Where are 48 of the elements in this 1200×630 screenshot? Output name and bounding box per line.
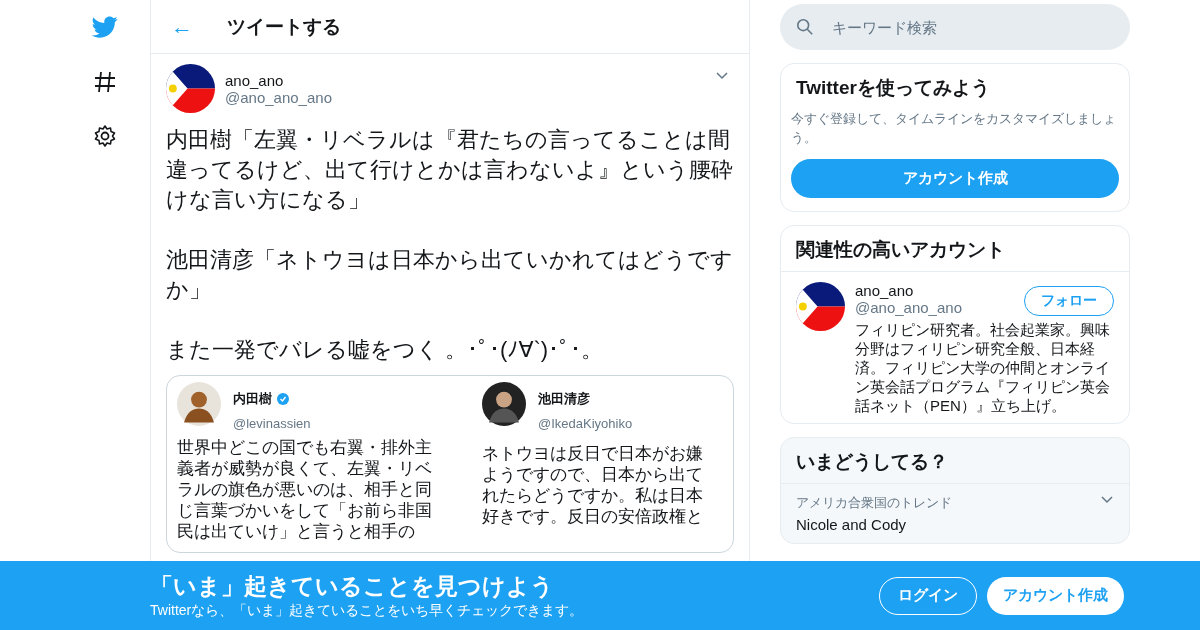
avatar[interactable]	[796, 282, 845, 331]
author-name: 池田清彦	[538, 390, 590, 408]
user-handle[interactable]: @ano_ano_ano	[225, 88, 332, 106]
search-icon	[796, 18, 814, 36]
search-field[interactable]: キーワード検索	[780, 4, 1130, 50]
chevron-down-icon[interactable]	[716, 72, 728, 80]
signup-button[interactable]: アカウント作成	[987, 576, 1124, 615]
trend-context: アメリカ合衆国のトレンド	[796, 494, 952, 512]
quoted-tweet-text: ネトウヨは反日で日本がお嫌	[482, 443, 703, 464]
account-bio: フィリピン研究者。社会起業家。興味分野はフィリピン研究全般、日本経済。フィリピン大学の仲間とオンライン英会話プログラム『フィリピン英会話ネット（PEN）』立ち上げ。	[855, 320, 1111, 415]
signup-button[interactable]: アカウント作成	[791, 159, 1119, 198]
author-handle: @levinassien	[233, 416, 311, 431]
quoted-tweet-text: じ言葉づかいをして「お前ら非国	[177, 500, 432, 521]
quoted-tweet-text: 義者が威勢が良くて、左翼・リベ	[177, 458, 432, 479]
card-title: 関連性の高いアカウント	[781, 226, 1129, 272]
banner-text: Twitterなら、「いま」起きていることをいち早くチェックできます。	[150, 602, 585, 620]
search-input[interactable]: キーワード検索	[830, 17, 1130, 37]
banner-title: 「いま」起きていることを見つけよう	[150, 572, 555, 601]
trend-name[interactable]: Nicole and Cody	[796, 516, 1114, 533]
quoted-tweet-text: ようですので、日本から出て	[482, 464, 703, 485]
author-handle: @IkedaKiyohiko	[538, 416, 633, 431]
tweet-text: 池田清彦「ネトウヨは日本から出ていかれてはどうですか」	[166, 246, 734, 304]
avatar[interactable]	[166, 64, 215, 113]
account-handle[interactable]: @ano_ano_ano	[855, 299, 962, 316]
back-button[interactable]: ←	[171, 13, 193, 40]
tweet-text: 内田樹「左翼・リベラルは『君たちの言ってることは間違ってるけど、出て行けとかは言わないよ』という腰砕けな言い方になる」	[166, 126, 734, 214]
user-name[interactable]: ano_ano	[225, 71, 332, 89]
quoted-tweet-text: れたらどうですか。私は日本	[482, 485, 703, 506]
card-title: Twitterを使ってみよう	[795, 76, 991, 100]
tweet-text: また一発でバレる嘘をつく 。･ﾟ･(ﾉ∀`)･ﾟ･。	[166, 336, 605, 364]
settings-icon[interactable]	[93, 124, 117, 148]
account-name[interactable]: ano_ano	[855, 282, 962, 299]
avatar	[482, 382, 526, 426]
tweet-image[interactable]: 内田樹 @levinassien 世界中どこの国でも右翼・排外主 義者が威勢が良くて、左翼・リベ ラルの旗色が悪いのは、相手と同 じ言葉づかいをして「お前ら非国 民は出ていけ」と言うと相手の 池田清彦 @IkedaKiyohiko ネトウヨは反日で日本がお嫌 ようですので、日本から出て れたらどうですか。私は日本 好きです。反日の安倍政権と	[166, 375, 734, 553]
chevron-down-icon[interactable]	[1101, 496, 1113, 504]
bird-logo-icon[interactable]	[90, 14, 120, 40]
card-title: いまどうしてる？	[781, 438, 1129, 484]
quoted-tweet-text: ラルの旗色が悪いのは、相手と同	[177, 479, 432, 500]
quoted-tweet-text: 好きです。反日の安倍政権と	[482, 506, 703, 527]
follow-button[interactable]: フォロー	[1024, 286, 1114, 316]
author-name: 内田樹	[233, 390, 272, 408]
verified-badge-icon	[277, 393, 289, 405]
quoted-tweet-text: 民は出ていけ」と言うと相手の	[177, 521, 415, 542]
signup-text: 今すぐ登録して、タイムラインをカスタマイズしましょう。	[791, 110, 1117, 147]
avatar	[177, 382, 221, 426]
hashtag-icon[interactable]	[93, 70, 117, 94]
page-title: ツイートする	[227, 14, 341, 39]
quoted-tweet-text: 世界中どこの国でも右翼・排外主	[177, 437, 432, 458]
